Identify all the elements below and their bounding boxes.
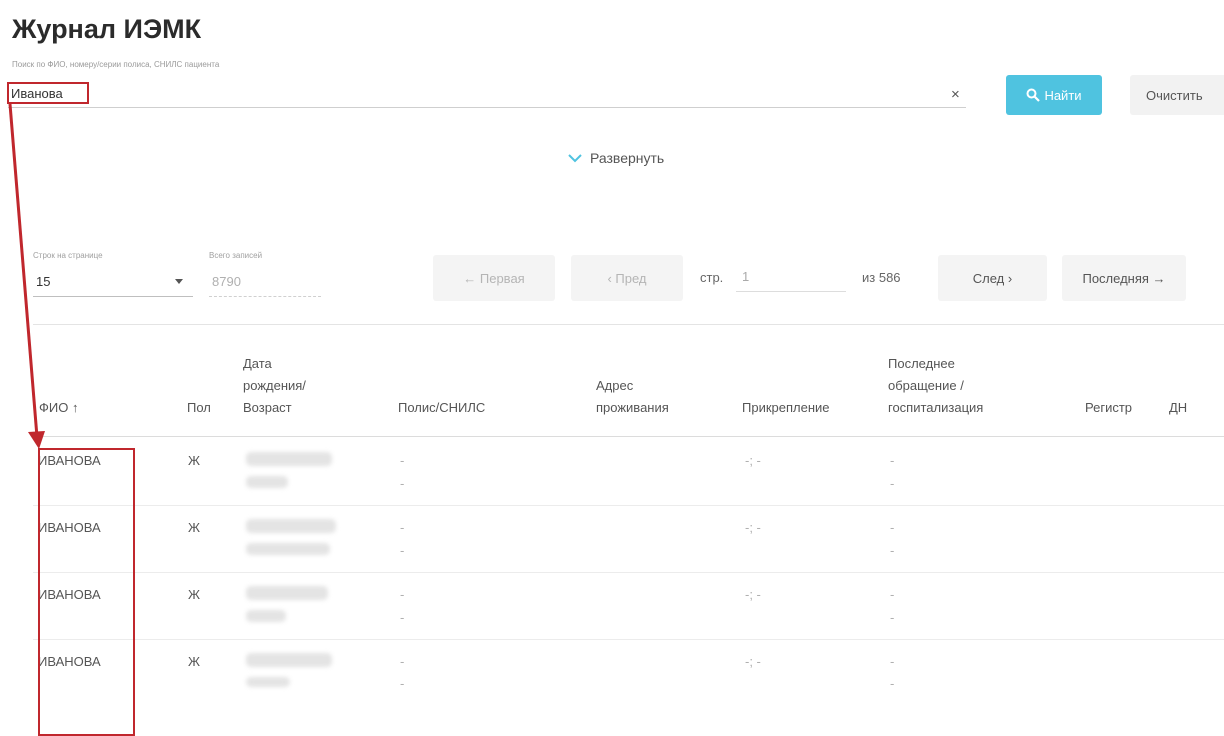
search-input[interactable]: [8, 80, 966, 108]
column-header-dob-line: Возраст: [243, 400, 292, 415]
column-header-last-visit[interactable]: Последнее обращение / госпитализация: [888, 353, 983, 419]
column-header-dn[interactable]: ДН: [1169, 397, 1187, 419]
rows-per-page-value: 15: [36, 274, 51, 289]
page-number-input[interactable]: [736, 262, 846, 292]
table-header-divider: [33, 436, 1224, 437]
rows-per-page-label: Строк на странице: [33, 251, 103, 260]
cell-sex: Ж: [188, 453, 201, 468]
cell-snils: -: [400, 543, 405, 558]
row-divider: [33, 572, 1224, 573]
blurred-age: [246, 610, 286, 622]
column-header-last-visit-line: госпитализация: [888, 400, 984, 415]
cell-sex: Ж: [188, 654, 201, 669]
cell-attachment: -; -: [745, 453, 761, 468]
prev-page-button[interactable]: ‹ Пред: [571, 255, 683, 301]
column-header-address-line: Адрес: [596, 378, 634, 393]
cell-hospitalization: -: [890, 676, 895, 691]
blurred-dob: [246, 452, 332, 466]
column-header-dob-line: рождения/: [243, 378, 306, 393]
column-header-last-visit-line: Последнее: [888, 356, 955, 371]
clear-button[interactable]: Очистить: [1130, 75, 1224, 115]
search-highlight-annotation: [7, 82, 89, 104]
page-label: стр.: [700, 270, 724, 285]
clear-input-icon[interactable]: ×: [951, 86, 960, 103]
last-page-button[interactable]: Последняя →: [1062, 255, 1186, 301]
cell-hospitalization: -: [890, 543, 895, 558]
next-page-label: След ›: [972, 270, 1013, 286]
cell-policy: -: [400, 453, 405, 468]
cell-snils: -: [400, 676, 405, 691]
column-header-registry[interactable]: Регистр: [1085, 397, 1132, 419]
blurred-age: [246, 476, 288, 488]
cell-sex: Ж: [188, 587, 201, 602]
cell-hospitalization: -: [890, 610, 895, 625]
column-header-fio[interactable]: ФИО ↑: [39, 397, 78, 419]
total-records-label: Всего записей: [209, 251, 263, 260]
column-header-policy[interactable]: Полис/СНИЛС: [398, 397, 485, 419]
column-header-attachment[interactable]: Прикрепление: [742, 397, 830, 419]
blurred-age: [246, 543, 330, 555]
cell-attachment: -; -: [745, 520, 761, 535]
cell-last-visit: -: [890, 587, 895, 602]
find-button-label: Найти: [1044, 87, 1082, 103]
find-button[interactable]: Найти: [1006, 75, 1102, 115]
column-header-sex[interactable]: Пол: [187, 397, 211, 419]
first-page-label: ← Первая: [463, 270, 525, 286]
column-header-dob-line: Дата: [243, 356, 272, 371]
next-page-button[interactable]: След ›: [938, 255, 1047, 301]
total-records-value: 8790: [209, 267, 321, 297]
row-divider: [33, 639, 1224, 640]
cell-attachment: -; -: [745, 654, 761, 669]
cell-policy: -: [400, 520, 405, 535]
first-page-button[interactable]: ← Первая: [433, 255, 555, 301]
fio-column-highlight-annotation: [38, 448, 135, 736]
page-title: Журнал ИЭМК: [12, 14, 202, 44]
prev-page-label: ‹ Пред: [607, 270, 647, 286]
last-page-label: Последняя →: [1082, 270, 1166, 286]
column-header-address-line: проживания: [596, 400, 669, 415]
cell-policy: -: [400, 654, 405, 669]
chevron-down-icon: [568, 154, 582, 163]
column-header-last-visit-line: обращение /: [888, 378, 964, 393]
expand-label: Развернуть: [590, 150, 665, 166]
cell-last-visit: -: [890, 453, 895, 468]
cell-snils: -: [400, 610, 405, 625]
cell-last-visit: -: [890, 520, 895, 535]
blurred-age: [246, 677, 290, 687]
cell-attachment: -; -: [745, 587, 761, 602]
cell-snils: -: [400, 476, 405, 491]
search-icon: [1026, 88, 1041, 102]
dropdown-arrow-icon: [175, 279, 183, 284]
cell-last-visit: -: [890, 654, 895, 669]
column-header-dob[interactable]: Дата рождения/ Возраст: [243, 353, 306, 419]
cell-policy: -: [400, 587, 405, 602]
blurred-dob: [246, 653, 332, 667]
rows-per-page-select[interactable]: 15: [33, 267, 193, 297]
total-pages: из 586: [862, 270, 901, 285]
column-header-address[interactable]: Адрес проживания: [596, 375, 669, 419]
blurred-dob: [246, 519, 336, 533]
blurred-dob: [246, 586, 328, 600]
cell-sex: Ж: [188, 520, 201, 535]
search-label: Поиск по ФИО, номеру/серии полиса, СНИЛС…: [12, 60, 220, 69]
toolbar-divider: [33, 324, 1224, 325]
row-divider: [33, 505, 1224, 506]
cell-hospitalization: -: [890, 476, 895, 491]
expand-toggle[interactable]: Развернуть: [568, 150, 664, 166]
clear-button-label: Очистить: [1146, 87, 1203, 103]
